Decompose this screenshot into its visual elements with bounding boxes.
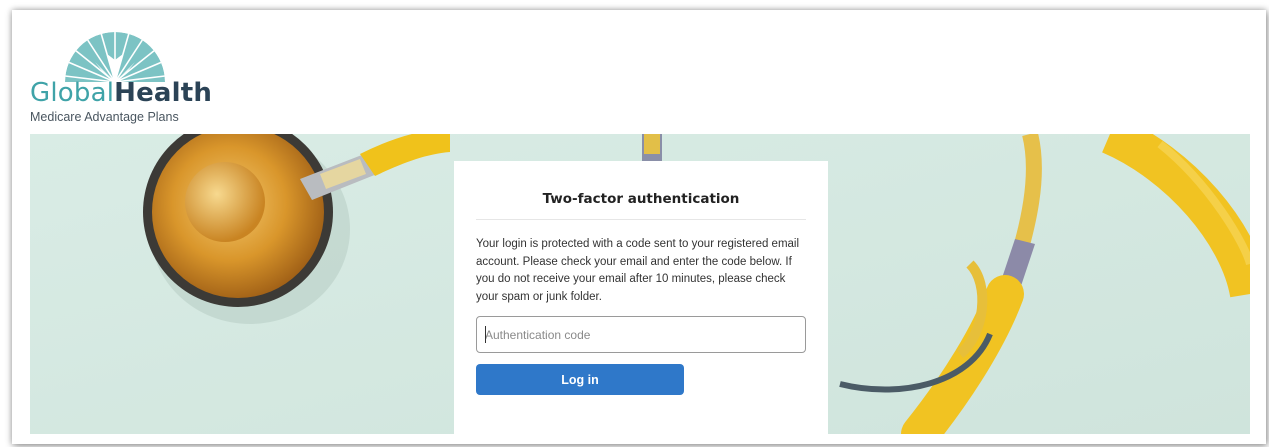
text-cursor [485, 326, 486, 343]
two-factor-dialog: Two-factor authentication Your login is … [454, 161, 828, 444]
dialog-divider [476, 219, 806, 220]
globalhealth-logo[interactable]: GlobalHealth Medicare Advantage Plans [30, 32, 230, 132]
page-frame: GlobalHealth Medicare Advantage Plans Tw… [12, 10, 1266, 444]
brand-name-bold: Health [114, 78, 213, 108]
brand-name: GlobalHealth [30, 78, 212, 108]
brand-tagline: Medicare Advantage Plans [30, 110, 179, 124]
sunburst-logo-icon [65, 32, 165, 82]
dialog-title: Two-factor authentication [542, 191, 740, 207]
brand-name-light: Global [30, 78, 115, 108]
dialog-message: Your login is protected with a code sent… [476, 238, 800, 303]
log-in-button[interactable]: Log in [476, 364, 684, 395]
authentication-code-input[interactable] [476, 316, 806, 353]
